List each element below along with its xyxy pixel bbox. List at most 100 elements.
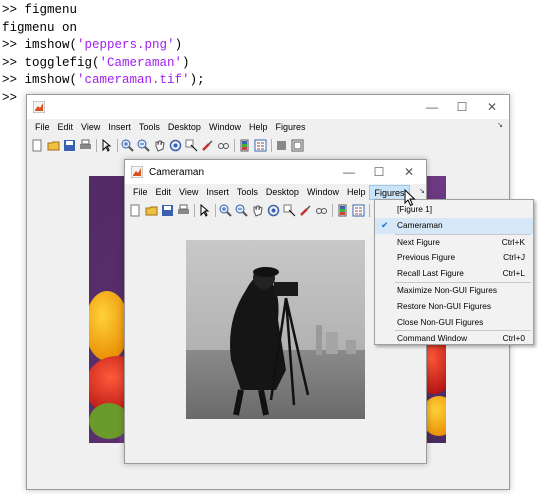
command-code-tail: ); [189, 73, 205, 87]
figures-menu-item-shortcut: Ctrl+L [502, 268, 525, 279]
figures-menu-item-label: Next Figure [397, 236, 440, 247]
print-icon[interactable] [79, 139, 92, 152]
menubar-arrow-icon[interactable]: ↘ [497, 121, 503, 129]
command-code: imshow( [24, 38, 78, 52]
figures-menu-item-shortcut: Ctrl+K [501, 236, 525, 247]
legend-icon[interactable] [254, 139, 267, 152]
command-string: 'peppers.png' [77, 38, 175, 52]
pan-icon[interactable] [153, 139, 166, 152]
command-code: figmenu [24, 3, 78, 17]
colorbar-icon[interactable] [336, 204, 349, 217]
legend-icon[interactable] [352, 204, 365, 217]
zoom-in-icon[interactable] [219, 204, 232, 217]
figure-1-window-controls: — ☐ ✕ [417, 95, 507, 119]
command-window[interactable]: >> figmenu figmenu on >> imshow('peppers.p… [2, 2, 205, 107]
rotate-icon[interactable] [169, 139, 182, 152]
menu-help[interactable]: Help [343, 185, 370, 200]
toolbar-separator [234, 138, 235, 152]
command-prompt: >> [2, 90, 18, 105]
figures-menu-item[interactable]: Previous Figure Ctrl+J [375, 250, 533, 266]
command-line: >> imshow('peppers.png') [2, 37, 205, 55]
menu-view[interactable]: View [77, 120, 104, 135]
figures-menu-item[interactable]: Close Non-GUI Figures [375, 315, 533, 331]
command-string: 'Cameraman' [99, 55, 183, 70]
open-icon[interactable] [47, 139, 60, 152]
menu-view[interactable]: View [175, 185, 202, 200]
figures-menu: [Figure 1] ✔ Cameraman Next Figure Ctrl+K Pre… [374, 199, 534, 345]
menu-desktop[interactable]: Desktop [164, 120, 205, 135]
command-code-tail: ) [174, 38, 183, 52]
figures-menu-item[interactable]: [Figure 1] [375, 202, 533, 218]
cameraman-title: Cameraman [149, 166, 205, 178]
command-code: imshow( [24, 73, 78, 87]
figures-menu-item-label: Previous Figure [397, 252, 456, 263]
link-icon[interactable] [217, 139, 230, 152]
figures-menu-item[interactable]: Maximize Non-GUI Figures [375, 283, 533, 299]
menu-tools[interactable]: Tools [135, 120, 164, 135]
pointer-icon[interactable] [100, 138, 113, 152]
command-code-tail: ) [182, 55, 190, 70]
command-prompt: >> [2, 38, 25, 52]
zoom-out-icon[interactable] [235, 204, 248, 217]
minimize-button[interactable]: — [334, 160, 364, 184]
menu-window[interactable]: Window [303, 185, 343, 200]
menu-file[interactable]: File [31, 120, 54, 135]
new-icon[interactable] [31, 139, 44, 152]
pointer-icon[interactable] [198, 203, 211, 217]
print-icon[interactable] [177, 204, 190, 217]
link-icon[interactable] [315, 204, 328, 217]
figures-menu-item-label: Close Non-GUI Figures [397, 316, 484, 327]
maximize-button[interactable]: ☐ [447, 95, 477, 119]
menu-figures[interactable]: Figures [271, 120, 309, 135]
figures-menu-item[interactable]: Recall Last Figure Ctrl+L [375, 266, 533, 282]
colorbar-icon[interactable] [238, 139, 251, 152]
rotate-icon[interactable] [267, 204, 280, 217]
figures-menu-item[interactable]: Restore Non-GUI Figures [375, 299, 533, 315]
zoom-out-icon[interactable] [137, 139, 150, 152]
save-icon[interactable] [161, 204, 174, 217]
zoom-in-icon[interactable] [121, 139, 134, 152]
matlab-icon [131, 166, 143, 178]
menubar-arrow-icon[interactable]: ↘ [419, 187, 425, 195]
close-button[interactable]: ✕ [394, 160, 424, 184]
figures-menu-item-shortcut: Ctrl+J [503, 252, 525, 263]
menu-file[interactable]: File [129, 185, 152, 200]
data-cursor-icon[interactable] [185, 139, 198, 152]
close-button[interactable]: ✕ [477, 95, 507, 119]
command-code: figmenu on [2, 20, 78, 35]
matlab-icon [33, 101, 45, 113]
command-code: togglefig( [24, 55, 100, 70]
menu-edit[interactable]: Edit [152, 185, 176, 200]
mouse-cursor-icon [404, 189, 416, 207]
figures-menu-item-label: Maximize Non-GUI Figures [397, 284, 498, 295]
menu-desktop[interactable]: Desktop [262, 185, 303, 200]
menu-help[interactable]: Help [245, 120, 272, 135]
pan-icon[interactable] [251, 204, 264, 217]
new-icon[interactable] [129, 204, 142, 217]
toolbar-separator [369, 203, 370, 217]
save-icon[interactable] [63, 139, 76, 152]
data-cursor-icon[interactable] [283, 204, 296, 217]
figures-menu-item[interactable]: ✔ Cameraman [375, 217, 533, 234]
minimize-button[interactable]: — [417, 95, 447, 119]
command-line: >> togglefig('Cameraman') [2, 55, 205, 73]
brush-icon[interactable] [299, 204, 312, 217]
brush-icon[interactable] [201, 139, 214, 152]
menu-edit[interactable]: Edit [54, 120, 78, 135]
figures-menu-item[interactable]: Next Figure Ctrl+K [375, 235, 533, 251]
figures-menu-item[interactable]: Command Window Ctrl+0 [375, 331, 533, 347]
hide-plot-tools-icon[interactable] [275, 139, 288, 152]
open-icon[interactable] [145, 204, 158, 217]
cameraman-titlebar[interactable]: Cameraman — ☐ ✕ [125, 160, 426, 184]
command-prompt: >> [2, 73, 25, 87]
show-plot-tools-icon[interactable] [291, 139, 304, 152]
menu-window[interactable]: Window [205, 120, 245, 135]
toolbar-separator [96, 138, 97, 152]
menu-tools[interactable]: Tools [233, 185, 262, 200]
maximize-button[interactable]: ☐ [364, 160, 394, 184]
menu-insert[interactable]: Insert [202, 185, 233, 200]
menu-insert[interactable]: Insert [104, 120, 135, 135]
figure-1-titlebar[interactable]: — ☐ ✕ [27, 95, 509, 119]
toolbar-separator [194, 203, 195, 217]
command-prompt: >> [2, 3, 25, 17]
